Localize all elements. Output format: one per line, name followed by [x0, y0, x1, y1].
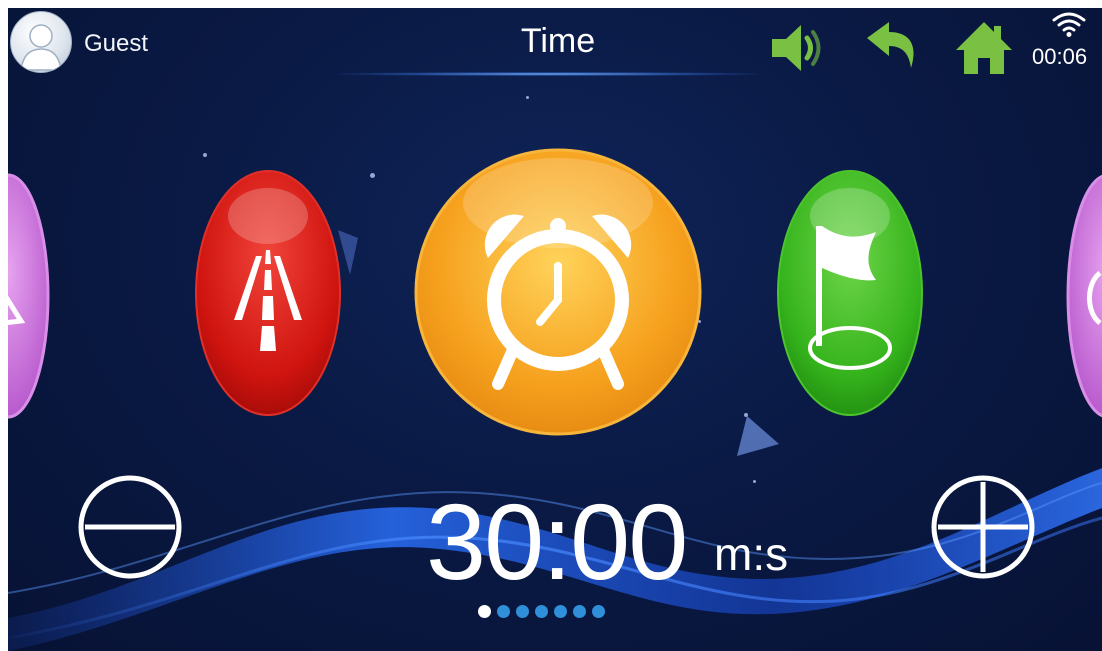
- page-title: Time: [520, 22, 596, 60]
- page-dot[interactable]: [478, 605, 491, 618]
- mode-distance[interactable]: [194, 168, 342, 418]
- timer-unit: m:s: [714, 528, 789, 580]
- sparkle: [526, 96, 529, 99]
- volume-icon[interactable]: [768, 20, 828, 76]
- increase-button[interactable]: [930, 474, 1036, 580]
- home-icon[interactable]: [954, 20, 1014, 76]
- page-dot[interactable]: [592, 605, 605, 618]
- mode-purple-right[interactable]: [1066, 173, 1102, 419]
- mode-time[interactable]: [414, 148, 702, 436]
- mode-goal[interactable]: [776, 168, 924, 418]
- timer-value: 30:00: [426, 481, 688, 602]
- sparkle: [203, 153, 207, 157]
- decrease-button[interactable]: [77, 474, 183, 580]
- wifi-icon: [1052, 12, 1086, 37]
- top-bar: Guest Time 00:06: [8, 8, 1102, 86]
- page-dot[interactable]: [516, 605, 529, 618]
- page-dot[interactable]: [573, 605, 586, 618]
- avatar-icon[interactable]: [10, 11, 72, 73]
- decor-triangle: [737, 416, 779, 456]
- sparkle: [370, 173, 375, 178]
- screen: Guest Time 00:06 30:00 m:s: [8, 8, 1102, 651]
- plus-icon: [931, 475, 1035, 579]
- user-name: Guest: [84, 30, 149, 57]
- mode-purple-left[interactable]: [8, 173, 50, 419]
- page-dot[interactable]: [497, 605, 510, 618]
- back-icon[interactable]: [863, 20, 923, 76]
- minus-icon: [78, 475, 182, 579]
- pagination: [478, 605, 605, 621]
- page-dot[interactable]: [554, 605, 567, 618]
- sparkle: [753, 480, 756, 483]
- title-underline: [338, 72, 758, 76]
- page-dot[interactable]: [535, 605, 548, 618]
- status-clock: 00:06: [1032, 44, 1088, 69]
